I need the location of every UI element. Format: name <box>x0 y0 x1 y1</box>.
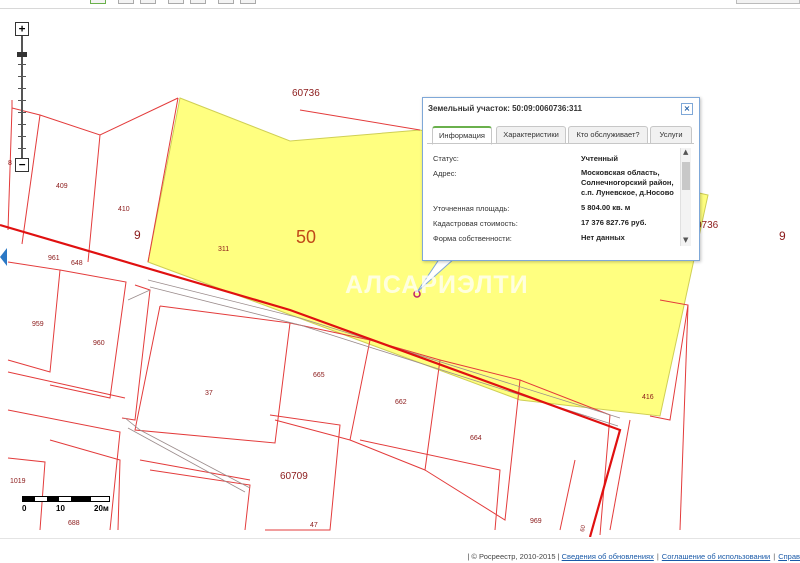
block-label: 9 <box>134 228 141 242</box>
plot-label: 311 <box>218 246 229 253</box>
zoom-tick <box>18 136 26 137</box>
pan-left-arrow[interactable] <box>0 248 7 266</box>
popup-scrollbar[interactable]: ▲ ▼ <box>680 148 691 246</box>
zoom-tick <box>18 124 26 125</box>
separator: | <box>656 552 659 561</box>
plot-label: 688 <box>68 520 80 527</box>
plot-label: 960 <box>93 340 105 347</box>
plot-label: 1019 <box>10 478 26 485</box>
scale-label: 10 <box>56 504 65 513</box>
area-value: 5 804.00 кв. м <box>581 203 631 212</box>
block-label: 50 <box>296 227 316 247</box>
plot-label: 409 <box>56 183 68 190</box>
plot-label: 60 <box>580 524 587 532</box>
plot-label: 37 <box>205 390 213 397</box>
info-table: Статус: Учтенный Адрес: Московская облас… <box>427 143 694 252</box>
footer-links: | © Росреестр, 2010-2015 | Сведения об о… <box>467 552 800 561</box>
toolbar-button[interactable] <box>90 0 106 4</box>
zoom-tick <box>18 76 26 77</box>
plot-label: 664 <box>470 435 482 442</box>
zoom-tick <box>18 64 26 65</box>
plot-label: 961 <box>48 255 60 262</box>
popup-title: Земельный участок: 50:09:0060736:311 <box>428 104 582 113</box>
plot-label: 665 <box>313 372 325 379</box>
cadastral-value-key: Кадастровая стоимость: <box>433 219 518 228</box>
zoom-slider-handle[interactable] <box>17 52 27 57</box>
scroll-down-icon[interactable]: ▼ <box>683 236 688 244</box>
plot-label: 8 <box>8 160 12 167</box>
tab-who-serves[interactable]: Кто обслуживает? <box>568 126 648 144</box>
scale-label: 0 <box>22 504 27 513</box>
scale-segment <box>23 497 35 501</box>
toolbar-button[interactable] <box>190 0 206 4</box>
close-icon[interactable]: × <box>681 103 693 115</box>
cadastral-value: 17 376 827.76 руб. <box>581 218 647 227</box>
plot-label: 662 <box>395 399 407 406</box>
address-key: Адрес: <box>433 169 457 178</box>
zoom-tick <box>18 100 26 101</box>
ownership-key: Форма собственности: <box>433 234 512 243</box>
toolbar-button[interactable] <box>168 0 184 4</box>
scroll-up-icon[interactable]: ▲ <box>683 148 688 156</box>
footer: | © Росреестр, 2010-2015 | Сведения об о… <box>0 538 800 563</box>
scale-segment <box>47 497 59 501</box>
zoom-out-button[interactable]: − <box>15 158 29 172</box>
terms-link[interactable]: Соглашение об использовании <box>662 552 770 561</box>
top-scroll-element[interactable] <box>736 0 800 4</box>
toolbar-button[interactable] <box>218 0 234 4</box>
quarter-label: 60709 <box>280 471 308 482</box>
scale-label: 20м <box>94 504 109 513</box>
toolbar-button[interactable] <box>240 0 256 4</box>
zoom-control[interactable]: + − <box>15 22 29 172</box>
plot-label: 47 <box>310 522 318 529</box>
copyright: | © Росреестр, 2010-2015 | <box>467 552 560 561</box>
zoom-in-button[interactable]: + <box>15 22 29 36</box>
address-value: Московская область, Солнечногорский райо… <box>581 168 674 197</box>
scale-bar: 0 10 20м <box>22 496 112 520</box>
scale-bar-graphic <box>22 496 110 502</box>
cadastral-map[interactable]: 60736 0736 60709 50 9 9 409 410 8 311 96… <box>0 9 800 537</box>
help-link[interactable]: Справ <box>778 552 800 561</box>
top-toolbar <box>0 0 800 9</box>
zoom-tick <box>18 88 26 89</box>
area-key: Уточненная площадь: <box>433 204 510 213</box>
plot-label: 410 <box>118 206 130 213</box>
status-value: Учтенный <box>581 154 618 163</box>
toolbar-button[interactable] <box>118 0 134 4</box>
watermark: АЛСАРИЭЛТИ <box>345 271 529 299</box>
scale-segment <box>71 497 91 501</box>
separator: | <box>773 552 776 561</box>
status-key: Статус: <box>433 154 459 163</box>
plot-label: 969 <box>530 518 542 525</box>
toolbar-button[interactable] <box>140 0 156 4</box>
parcel-info-popup: Земельный участок: 50:09:0060736:311 × И… <box>422 97 700 261</box>
zoom-tick <box>18 148 26 149</box>
ownership-value: Нет данных <box>581 233 625 242</box>
quarter-label: 60736 <box>292 88 320 99</box>
tab-services[interactable]: Услуги <box>650 126 692 144</box>
block-label: 9 <box>779 229 786 243</box>
updates-link[interactable]: Сведения об обновлениях <box>562 552 654 561</box>
zoom-tick <box>18 112 26 113</box>
plot-label: 416 <box>642 394 654 401</box>
plot-label: 648 <box>71 260 83 267</box>
scrollbar-thumb[interactable] <box>682 162 690 190</box>
tab-characteristics[interactable]: Характеристики <box>496 126 566 144</box>
plot-label: 959 <box>32 321 44 328</box>
